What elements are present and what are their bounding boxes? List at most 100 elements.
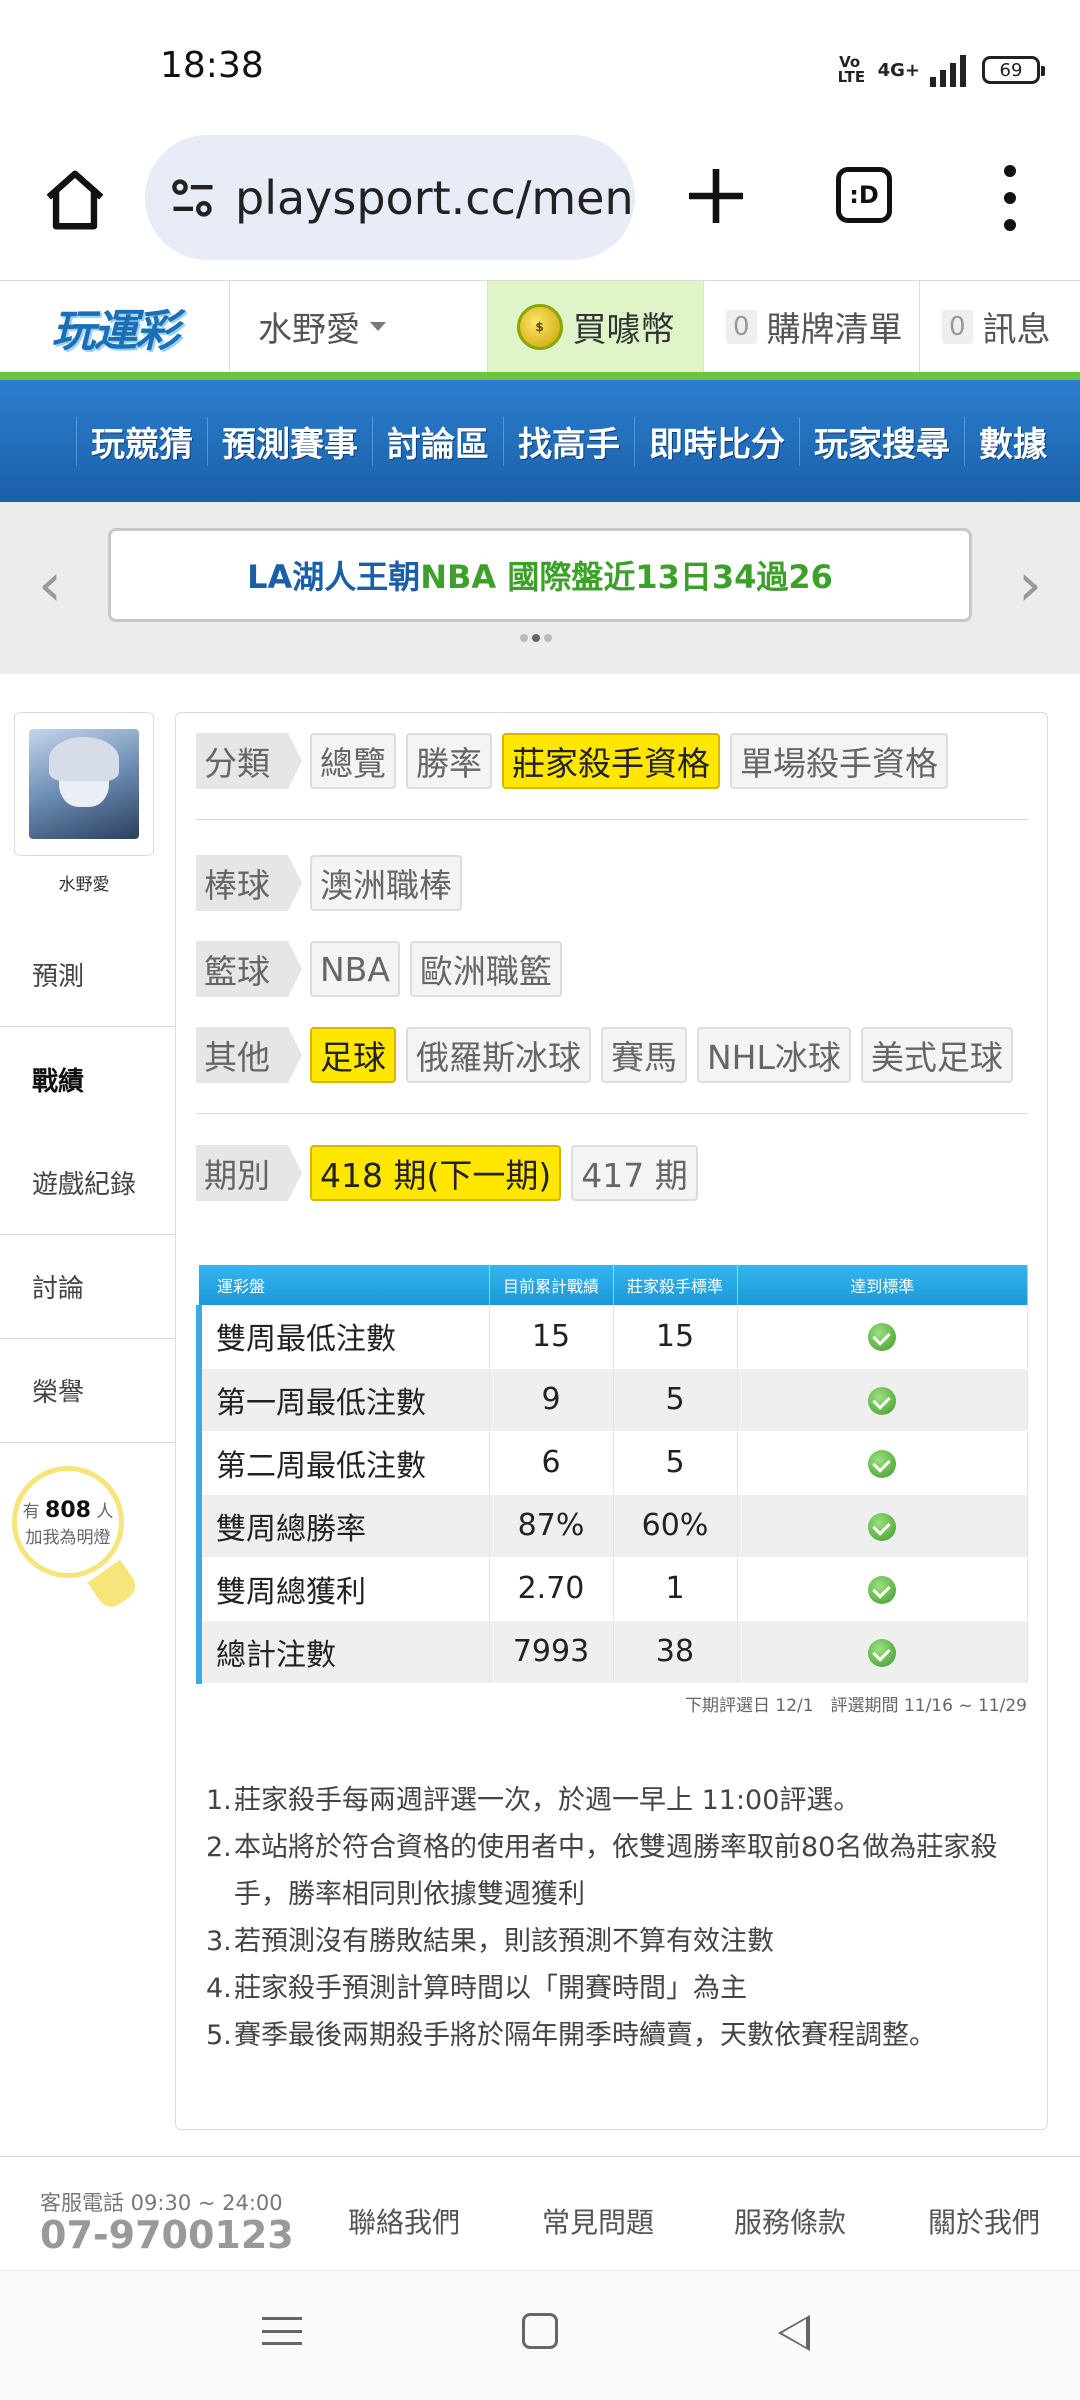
nav-item[interactable]: 數據 [964, 416, 1061, 466]
purchase-list-link[interactable]: 0 購牌清單 [704, 281, 920, 372]
sidebar-tab-predictions[interactable]: 預測 [0, 923, 175, 1027]
standard-value: 5 [613, 1368, 738, 1432]
qualification-table: 運彩盤 目前累計戰績 莊家殺手標準 達到標準 雙周最低注數 15 15 第一周最… [196, 1265, 1028, 1684]
filter-chip[interactable]: NHL冰球 [697, 1027, 851, 1083]
volte-icon: Vo LTE [837, 53, 866, 86]
current-value: 2.70 [489, 1557, 614, 1621]
current-value: 87% [489, 1494, 614, 1558]
filter-chip[interactable]: 俄羅斯冰球 [406, 1027, 591, 1083]
table-row: 雙周總勝率 87% 60% [196, 1494, 1028, 1558]
promo-banner[interactable]: LA湖人王朝 NBA 國際盤近13日34過26 [108, 528, 972, 622]
rules-list: 1. 莊家殺手每兩週評選一次，於週一早上 11:00評選。 2. 本站將於符合資格的… [206, 1777, 1016, 2059]
rule-item: 2. 本站將於符合資格的使用者中，依雙週勝率取前80名做為莊家殺手，勝率相同則依據… [206, 1832, 998, 1910]
row-label: 雙周總獲利 [196, 1557, 490, 1621]
filter-chip[interactable]: 澳洲職棒 [310, 855, 462, 911]
column-header: 目前累計戰績 [489, 1265, 614, 1305]
site-header: 玩運彩 水野愛 $ 買噱幣 0 購牌清單 0 訊息 [0, 280, 1080, 373]
message-count-badge: 0 [942, 309, 973, 344]
sidebar-tab-game-log[interactable]: 遊戲紀錄 [0, 1131, 175, 1235]
rule-item: 3. 若預測沒有勝敗結果，則該預測不算有效注數 [206, 1926, 774, 1957]
sidebar-tab-honors[interactable]: 榮譽 [0, 1339, 175, 1443]
standard-value: 1 [613, 1557, 738, 1621]
coin-icon: $ [516, 303, 563, 350]
profile-sidebar: 水野愛 預測 戰績 遊戲紀錄 討論 榮譽 [0, 712, 175, 1443]
footer-link-about[interactable]: 關於我們 [928, 2201, 1040, 2241]
filter-chip-selected[interactable]: 418 期(下一期) [310, 1145, 562, 1201]
sidebar-tab-record[interactable]: 戰績 [0, 1027, 175, 1131]
status-time: 18:38 [160, 45, 264, 86]
recents-icon[interactable] [262, 2311, 302, 2351]
filter-baseball: 棒球 澳洲職棒 [196, 855, 462, 911]
footer-link-terms[interactable]: 服務條款 [734, 2201, 846, 2241]
nav-item[interactable]: 找高手 [503, 416, 634, 466]
address-bar[interactable]: playsport.cc/men [145, 135, 635, 260]
check-icon [868, 1323, 897, 1352]
check-icon [868, 1386, 897, 1415]
home-square-icon[interactable] [522, 2313, 558, 2349]
back-icon[interactable] [778, 2315, 810, 2351]
current-value: 9 [489, 1368, 614, 1432]
nav-item[interactable]: 玩家搜尋 [799, 416, 964, 466]
battery-icon: 69 [982, 56, 1045, 84]
nav-item[interactable]: 討論區 [372, 416, 503, 466]
filter-category: 分類 總覽 勝率 莊家殺手資格 單場殺手資格 [196, 733, 948, 789]
filter-chip[interactable]: NBA [310, 941, 400, 997]
signal-icon [930, 53, 966, 87]
network-type: 4G+ [877, 59, 920, 81]
column-header: 達到標準 [737, 1265, 1028, 1305]
site-settings-icon[interactable] [167, 172, 219, 224]
main-nav: 玩競猜 預測賽事 討論區 找高手 即時比分 玩家搜尋 數據 [0, 380, 1080, 502]
filter-chip[interactable]: 單場殺手資格 [730, 733, 948, 789]
filter-chip[interactable]: 美式足球 [860, 1027, 1013, 1083]
table-row: 雙周最低注數 15 15 [196, 1305, 1028, 1369]
header-accent-line [0, 372, 1080, 380]
table-row: 第二周最低注數 6 5 [196, 1431, 1028, 1495]
home-icon[interactable] [40, 165, 110, 235]
site-footer: 客服電話 09:30 ~ 24:00 07-9700123 聯絡我們 常見問題 … [0, 2156, 1080, 2270]
footer-link-contact[interactable]: 聯絡我們 [348, 2201, 460, 2241]
user-menu[interactable]: 水野愛 [230, 281, 488, 372]
filter-chip[interactable]: 歐洲職籃 [409, 941, 562, 997]
row-label: 總計注數 [196, 1620, 490, 1684]
buy-coins-button[interactable]: $ 買噱幣 [488, 281, 704, 372]
filter-label: 籃球 [196, 941, 302, 997]
row-label: 第一周最低注數 [196, 1368, 490, 1432]
fan-bulb-widget[interactable]: 有 808 人 加我為明燈 [12, 1466, 141, 1626]
messages-link[interactable]: 0 訊息 [920, 281, 1080, 372]
chevron-left-icon[interactable]: ‹ [38, 550, 62, 620]
check-icon [868, 1638, 897, 1667]
filter-chip[interactable]: 總覽 [310, 733, 396, 789]
filter-other: 其他 足球 俄羅斯冰球 賽馬 NHL冰球 美式足球 [196, 1027, 1013, 1083]
site-logo[interactable]: 玩運彩 [0, 281, 230, 373]
nav-item[interactable]: 即時比分 [634, 416, 799, 466]
avatar[interactable] [14, 712, 154, 856]
filter-chip-selected[interactable]: 莊家殺手資格 [502, 733, 720, 789]
footer-link-faq[interactable]: 常見問題 [542, 2201, 654, 2241]
fan-count: 808 [45, 1497, 91, 1523]
filter-period: 期別 418 期(下一期) 417 期 [196, 1145, 698, 1201]
chevron-right-icon[interactable]: › [1018, 550, 1042, 620]
rule-item: 1. 莊家殺手每兩週評選一次，於週一早上 11:00評選。 [206, 1785, 861, 1816]
filter-chip[interactable]: 賽馬 [601, 1027, 687, 1083]
url-text: playsport.cc/men [235, 170, 634, 225]
rule-item: 4. 莊家殺手預測計算時間以「開賽時間」為主 [206, 1973, 747, 2004]
nav-item[interactable]: 玩競猜 [76, 416, 207, 466]
table-row: 總計注數 7993 38 [196, 1620, 1028, 1684]
row-label: 雙周最低注數 [196, 1305, 490, 1369]
new-tab-icon[interactable] [680, 160, 752, 232]
evaluation-period-note: 下期評選日 12/1 評選期間 11/16 ~ 11/29 [684, 1696, 1027, 1716]
sidebar-tab-discussion[interactable]: 討論 [0, 1235, 175, 1339]
system-nav-bar [0, 2270, 1080, 2400]
filter-chip-selected[interactable]: 足球 [310, 1027, 396, 1083]
nav-item[interactable]: 預測賽事 [207, 416, 372, 466]
browser-toolbar: playsport.cc/men :D [0, 130, 1080, 280]
table-row: 第一周最低注數 9 5 [196, 1368, 1028, 1432]
caret-down-icon [370, 322, 386, 331]
service-phone[interactable]: 07-9700123 [40, 2213, 294, 2257]
tab-switcher-button[interactable]: :D [836, 167, 892, 223]
filter-chip[interactable]: 417 期 [571, 1145, 698, 1201]
filter-chip[interactable]: 勝率 [406, 733, 492, 789]
more-menu-icon[interactable] [990, 165, 1030, 231]
standard-value: 15 [613, 1305, 738, 1369]
table-header-row: 運彩盤 目前累計戰績 莊家殺手標準 達到標準 [199, 1265, 1028, 1305]
